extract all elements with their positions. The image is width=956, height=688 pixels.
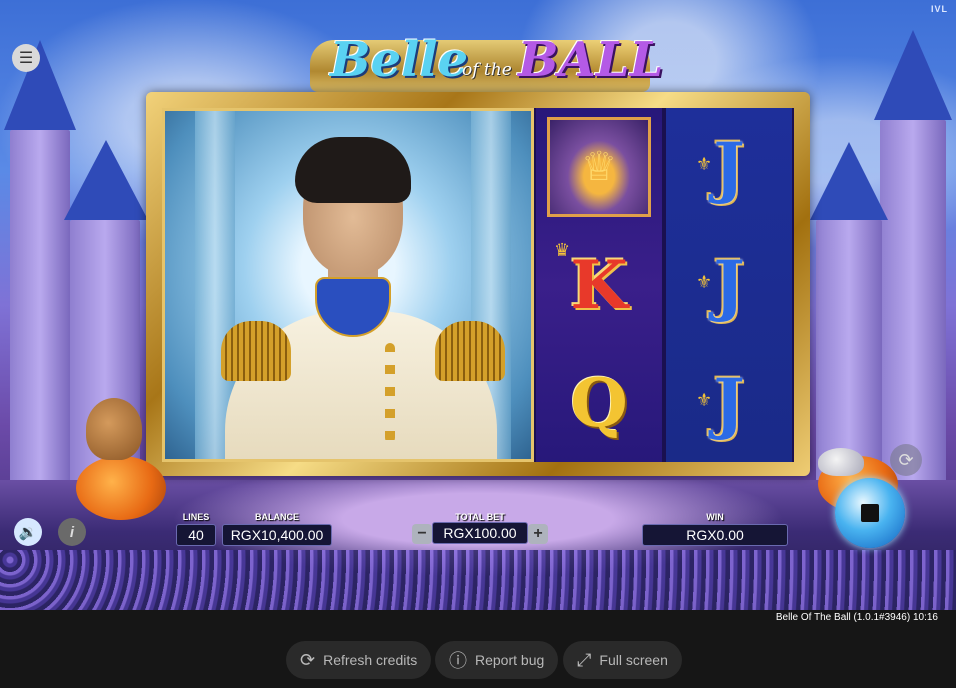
symbol-j: J: [713, 128, 745, 206]
reel-frame: ♕ ♛ K Q ⚜ J ⚜ J ⚜ J: [146, 92, 810, 476]
version-text: Belle Of The Ball (1.0.1#3946) 10:16: [775, 612, 938, 623]
lines-value[interactable]: 40: [176, 524, 216, 546]
symbol-j: J: [713, 246, 745, 324]
reel-4: ♕ ♛ K Q: [536, 108, 662, 462]
balance-value: RGX10,400.00: [222, 524, 332, 546]
symbol-q: Q: [570, 364, 628, 442]
increase-bet-button[interactable]: +: [528, 524, 548, 544]
prince-hair: [295, 137, 411, 203]
alert-icon: ⓘ: [449, 651, 467, 671]
logo-title-belle: Belle: [330, 32, 469, 88]
epaulet-left: [221, 321, 291, 381]
refresh-credits-button[interactable]: ⟳ Refresh credits: [286, 641, 432, 679]
balance-label: BALANCE: [255, 512, 299, 522]
carriage-icon: ♕: [547, 117, 651, 217]
provider-logo: IVL: [930, 4, 948, 14]
report-bug-button[interactable]: ⓘ Report bug: [435, 641, 559, 679]
reel-5-cell-2: ⚜ J: [666, 226, 792, 344]
logo-title-ball: BALL: [518, 32, 664, 88]
full-screen-button[interactable]: ⤢ Full screen: [563, 641, 682, 679]
crown-icon: ♛: [554, 240, 571, 260]
reel-5-cell-1: ⚜ J: [666, 108, 792, 226]
refresh-icon: ⟳: [300, 649, 316, 670]
decrease-bet-button[interactable]: −: [412, 524, 432, 544]
uniform-buttons: [385, 343, 395, 443]
reel-4-cell-1: ♕: [536, 108, 662, 226]
total-bet-label: TOTAL BET: [455, 512, 505, 522]
info-button[interactable]: i: [58, 518, 86, 546]
game-canvas[interactable]: IVL ☰ Belle of the BALL ♕ ♛ K Q ⚜ J ⚜ J …: [0, 0, 956, 610]
total-bet-value: RGX100.00: [432, 522, 528, 544]
reel-5-cell-3: ⚜ J: [666, 344, 792, 462]
reels-area: ♕ ♛ K Q ⚜ J ⚜ J ⚜ J: [162, 108, 794, 462]
fleur-de-lis-icon: ⚜: [696, 154, 713, 174]
game-logo: Belle of the BALL: [290, 30, 670, 92]
autoplay-icon[interactable]: ⟳: [890, 444, 922, 476]
refresh-credits-label: Refresh credits: [323, 652, 418, 668]
castle-roof-right-2: [810, 142, 888, 220]
symbol-k: K: [570, 246, 628, 324]
fleur-de-lis-icon: ⚜: [696, 272, 713, 292]
mouse: [818, 448, 864, 476]
logo-title-of-the: of the: [462, 60, 512, 80]
win-value: RGX0.00: [642, 524, 788, 546]
reel-5: ⚜ J ⚜ J ⚜ J: [666, 108, 792, 462]
prince-expanded-wild: [162, 108, 534, 462]
castle-roof-left-2: [64, 140, 148, 220]
squirrel: [86, 398, 142, 460]
spin-stop-button[interactable]: [835, 478, 905, 548]
full-screen-label: Full screen: [599, 652, 668, 668]
reel-4-cell-2: ♛ K: [536, 226, 662, 344]
win-label: WIN: [706, 512, 724, 522]
lines-label: LINES: [182, 512, 210, 522]
castle-roof-right: [874, 30, 952, 120]
symbol-j: J: [713, 364, 745, 442]
flower-bed: [0, 550, 956, 610]
fleur-de-lis-icon: ⚜: [696, 390, 713, 410]
pumpkin-left: [76, 456, 166, 520]
report-bug-label: Report bug: [475, 652, 545, 668]
stop-icon: [861, 504, 879, 522]
sound-button[interactable]: 🔉: [14, 518, 42, 546]
epaulet-right: [435, 321, 505, 381]
reel-4-cell-3: Q: [536, 344, 662, 462]
menu-button[interactable]: ☰: [12, 44, 40, 72]
expand-icon: ⤢: [577, 649, 592, 670]
